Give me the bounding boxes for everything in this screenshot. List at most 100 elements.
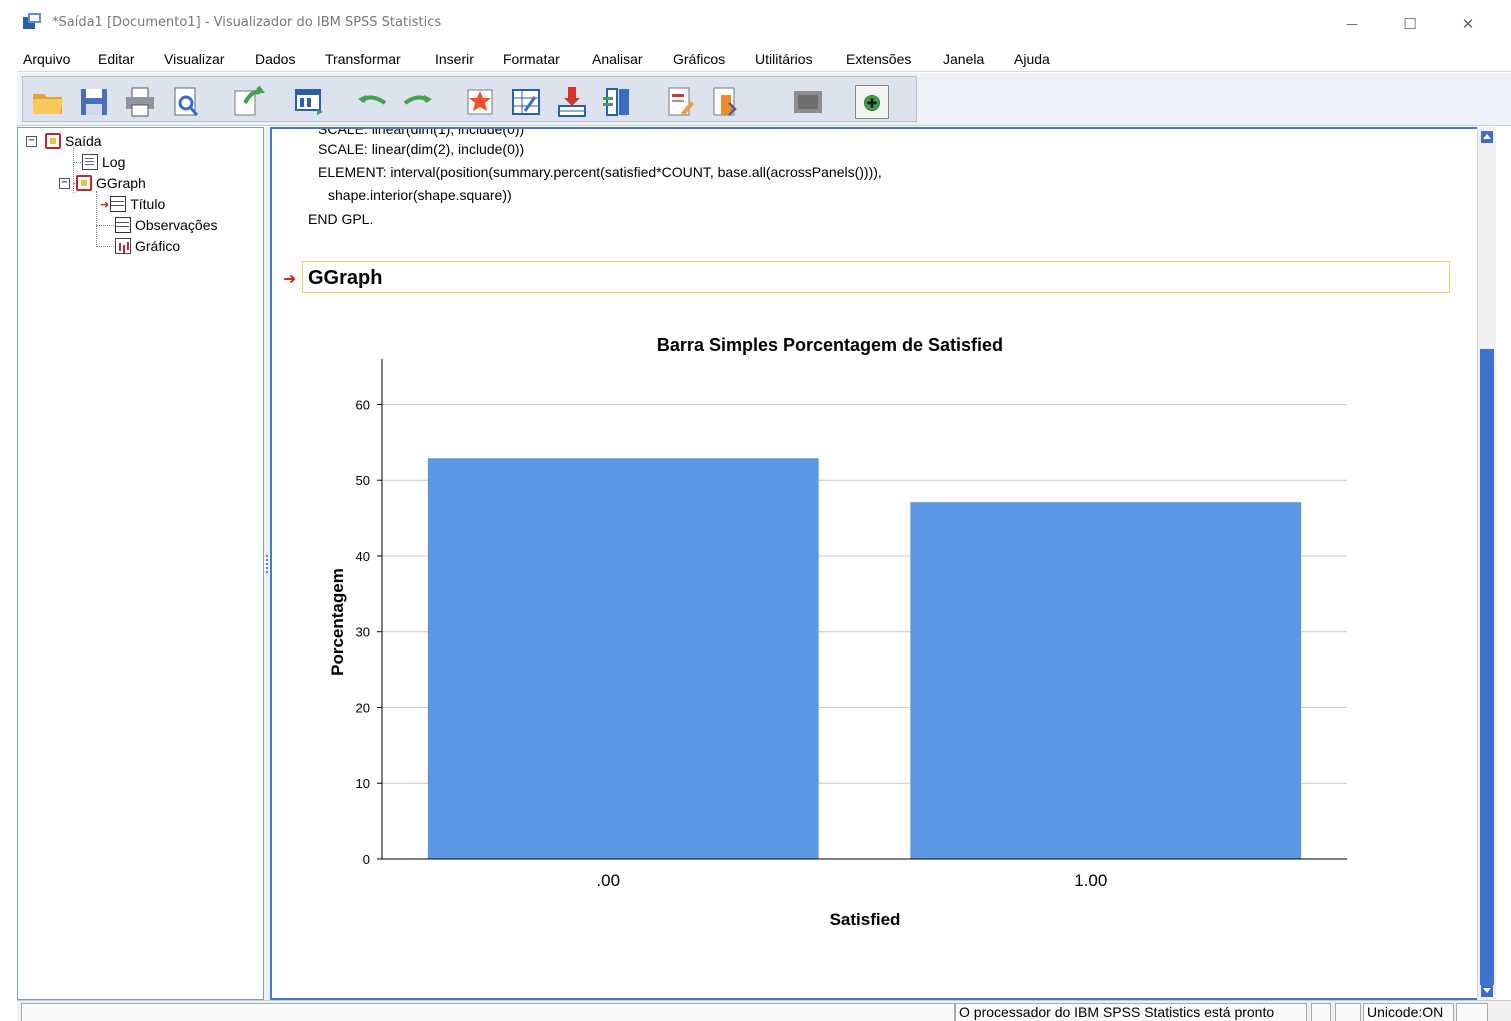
ggraph-book-icon [76,175,92,191]
menu-visualizar[interactable]: Visualizar [164,51,224,67]
syntax-line: SCALE: linear(dim(2), include(0)) [318,141,525,157]
tree-item-label: GGraph [96,175,146,191]
tree-item-log[interactable]: Log [82,152,125,172]
tree-item-label: Observações [135,217,218,233]
syntax-line-clipped: SCALE: linear(dim(1), include(0)) [318,127,525,137]
print-preview-icon[interactable] [169,85,203,119]
syntax-line: ELEMENT: interval(position(summary.perce… [318,164,882,180]
current-item-arrow-icon: ➜ [100,197,110,211]
menu-inserir[interactable]: Inserir [435,51,474,67]
tree-connector [96,246,114,247]
notes-icon [115,217,131,233]
x-tick-label: 1.00 [1074,871,1107,890]
save-icon[interactable] [77,85,111,119]
undo-icon[interactable] [355,85,389,119]
status-bar: O processador do IBM SPSS Statistics est… [17,1000,1511,1021]
maximize-button[interactable]: ☐ [1390,10,1430,38]
chart-x-axis: .00 1.00 [382,858,1347,890]
tree-item-ggraph[interactable]: − GGraph [59,173,146,193]
unicode-status: Unicode:ON [1363,1003,1454,1021]
collapse-toggle-icon[interactable]: − [59,177,70,189]
ggraph-heading-frame[interactable] [302,261,1450,293]
y-tick-label: 30 [356,625,370,640]
toolbar-strip [22,76,917,122]
scroll-up-arrow-icon[interactable] [1481,131,1493,143]
menu-ajuda[interactable]: Ajuda [1014,51,1050,67]
print-icon[interactable] [123,85,157,119]
tree-item-observacoes[interactable]: Observações [115,215,217,235]
export-icon[interactable] [231,85,265,119]
tree-item-titulo[interactable]: ➜ Título [100,194,165,214]
chart-icon [115,238,131,254]
tree-item-label: Gráfico [135,238,181,254]
scrollbar-thumb[interactable] [1480,349,1494,985]
menu-utilitarios[interactable]: Utilitários [755,51,813,67]
close-button[interactable]: ✕ [1448,10,1488,38]
chart-bars [427,458,1302,859]
spss-viewer-window: *Saída1 [Documento1] - Visualizador do I… [0,0,1511,1021]
tree-item-grafico[interactable]: Gráfico [115,236,180,256]
goto-case-icon[interactable] [509,85,543,119]
menu-formatar[interactable]: Formatar [503,51,560,67]
chart-bar [910,502,1302,859]
chart-bar [427,458,819,859]
select-output-icon[interactable] [601,85,635,119]
output-content-pane: SCALE: linear(dim(1), include(0)) SCALE:… [270,127,1496,1000]
vertical-scrollbar[interactable] [1477,127,1496,1000]
status-cell-empty [21,1003,955,1021]
x-axis-label: Satisfied [830,910,901,929]
y-tick-label: 40 [356,549,370,564]
chart-y-axis: 0 10 20 30 40 50 60 [356,359,383,867]
show-icon[interactable] [855,85,889,119]
menu-dados[interactable]: Dados [255,51,295,67]
menu-janela[interactable]: Janela [943,51,984,67]
splitter-grip-icon [266,555,268,573]
current-item-arrow-icon: ➜ [283,269,297,288]
y-axis-label: Porcentagem [328,568,347,676]
output-book-icon [45,133,61,149]
scroll-down-arrow-icon[interactable] [1481,985,1493,997]
menu-editar[interactable]: Editar [98,51,135,67]
minimize-button[interactable]: — [1332,10,1372,38]
menu-analisar[interactable]: Analisar [592,51,643,67]
goto-data-icon[interactable] [463,85,497,119]
menu-graficos[interactable]: Gráficos [673,51,725,67]
y-tick-label: 60 [356,397,370,412]
y-tick-label: 20 [356,700,370,715]
bar-chart[interactable]: Barra Simples Porcentagem de Satisfied 0… [272,319,1472,939]
status-cell-empty [1311,1003,1331,1021]
status-message: O processador do IBM SPSS Statistics est… [955,1003,1307,1021]
tree-connector [96,191,97,247]
tree-item-saida[interactable]: − Saída [26,131,102,151]
menu-extensoes[interactable]: Extensões [846,51,911,67]
output-outline-tree: − Saída Log − GGraph ➜ Título Observaçõe… [17,127,264,1000]
collapse-toggle-icon[interactable]: − [26,135,37,147]
tree-item-label: Saída [65,133,102,149]
menu-arquivo[interactable]: Arquivo [23,51,70,67]
tree-connector [96,225,114,226]
status-cell-empty [1456,1003,1488,1021]
new-text-icon[interactable] [709,85,743,119]
y-tick-label: 10 [356,776,370,791]
tree-item-label: Título [130,196,166,212]
redo-icon[interactable] [401,85,435,119]
minimize-icon: — [1346,17,1358,31]
window-title: *Saída1 [Documento1] - Visualizador do I… [52,15,442,30]
status-cell-empty [1335,1003,1361,1021]
spss-app-icon [23,13,41,29]
maximize-icon: ☐ [1403,15,1417,33]
close-icon: ✕ [1461,15,1475,33]
new-title-icon[interactable] [663,85,697,119]
variables-icon[interactable] [555,85,589,119]
open-folder-icon[interactable] [31,85,65,119]
x-tick-label: .00 [596,871,620,890]
collapse-icon[interactable] [791,85,825,119]
recall-dialog-icon[interactable] [293,85,327,119]
y-tick-label: 50 [356,473,370,488]
syntax-line: shape.interior(shape.square)) [328,187,512,203]
ggraph-heading: GGraph [308,267,383,289]
tree-item-label: Log [102,154,126,170]
toolbar [17,73,1511,126]
menu-transformar[interactable]: Transformar [325,51,401,67]
menu-bar: Arquivo Editar Visualizar Dados Transfor… [17,45,1511,72]
